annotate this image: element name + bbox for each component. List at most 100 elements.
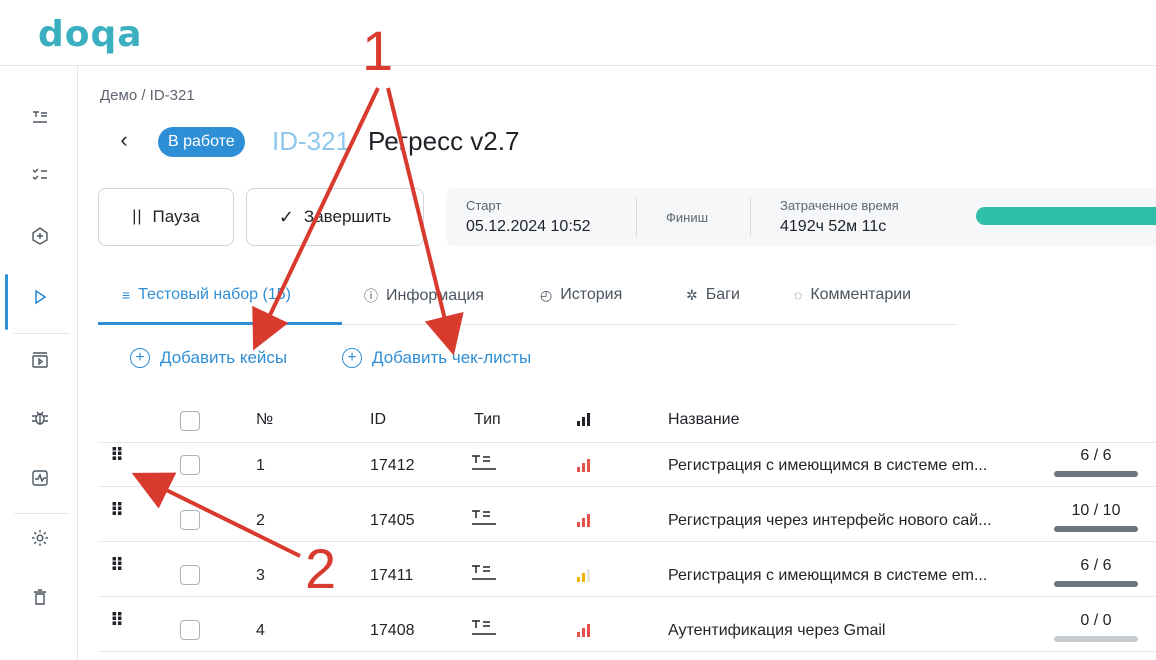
- row-id: 17412: [370, 457, 415, 474]
- header-divider: [0, 65, 1156, 66]
- info-icon: ⓘ: [364, 288, 378, 304]
- row-id: 17411: [370, 567, 414, 584]
- active-tab-indicator: [98, 322, 342, 325]
- row-name[interactable]: Аутентификация через Gmail: [668, 622, 1040, 640]
- priority-high-icon: [576, 457, 592, 478]
- sidebar-separator: [14, 333, 70, 334]
- table-row[interactable]: ⠿ 4 17408 Аутентификация через Gmail 0 /…: [98, 608, 1156, 652]
- row-num: 2: [256, 512, 265, 529]
- annotation-number: 2: [305, 537, 337, 600]
- start-value: 05.12.2024 10:52: [466, 218, 591, 235]
- comment-icon: ◌: [794, 287, 803, 303]
- drag-handle-icon[interactable]: ⠿: [110, 500, 124, 521]
- time-spent-label: Затраченное время: [780, 198, 899, 213]
- releases-icon[interactable]: [28, 348, 52, 372]
- tab-bugs[interactable]: ✲ Баги: [686, 286, 740, 304]
- row-num: 1: [256, 457, 265, 474]
- reports-icon[interactable]: [28, 466, 52, 490]
- back-button[interactable]: ‹: [112, 127, 136, 152]
- add-checklists-label: Добавить чек-листы: [372, 348, 532, 367]
- tab-label: Информация: [386, 287, 484, 304]
- pause-icon: ||: [132, 208, 143, 225]
- row-name[interactable]: Регистрация с имеющимся в системе em...: [668, 457, 1040, 475]
- tab-test-suite[interactable]: ≡ Тестовый набор (15): [122, 286, 291, 304]
- history-icon: ◴: [540, 286, 553, 303]
- select-all-checkbox[interactable]: [180, 411, 200, 431]
- add-checklists-button[interactable]: + Добавить чек-листы: [342, 348, 531, 368]
- table-row[interactable]: ⠿ 3 17411 Регистрация с имеющимся в сист…: [98, 553, 1156, 597]
- breadcrumb[interactable]: Демо / ID-321: [100, 87, 195, 104]
- page-title-id: ID-321: [272, 126, 351, 156]
- finish-label: Финиш: [666, 210, 709, 225]
- priority-medium-icon: [576, 567, 592, 588]
- row-num: 4: [256, 622, 265, 639]
- bugs-icon[interactable]: [28, 406, 52, 430]
- test-case-type-icon: [471, 453, 497, 478]
- table-row[interactable]: ⠿ 1 17412 Регистрация с имеющимся в сист…: [98, 443, 1156, 487]
- add-cases-label: Добавить кейсы: [160, 348, 288, 367]
- row-progress-text: 6 / 6: [1080, 447, 1112, 464]
- add-cases-button[interactable]: + Добавить кейсы: [130, 348, 287, 368]
- sidebar-active-indicator: [5, 274, 8, 330]
- row-progress-bar: [1054, 581, 1138, 587]
- app-logo: doqa: [38, 14, 143, 55]
- finish-button[interactable]: ✓ Завершить: [246, 188, 424, 246]
- start-label: Старт: [466, 198, 502, 213]
- trash-icon[interactable]: [28, 585, 52, 609]
- drag-handle-icon[interactable]: ⠿: [110, 445, 124, 466]
- tab-label: Баги: [705, 286, 740, 303]
- pause-button[interactable]: || Пауза: [98, 188, 234, 246]
- tab-comments[interactable]: ◌ Комментарии: [794, 286, 911, 304]
- row-checkbox[interactable]: [180, 510, 200, 530]
- tab-label: Тестовый набор (15): [138, 286, 291, 303]
- column-header-name[interactable]: Название: [668, 411, 740, 429]
- tab-label: Комментарии: [810, 286, 912, 303]
- column-header-type[interactable]: Тип: [474, 411, 501, 429]
- page-title: Регресс v2.7: [368, 126, 520, 156]
- checklists-icon[interactable]: [28, 162, 52, 186]
- row-progress-fill: [1054, 581, 1138, 587]
- column-header-id[interactable]: ID: [370, 411, 386, 429]
- tab-history[interactable]: ◴ История: [540, 286, 622, 304]
- row-name[interactable]: Регистрация через интерфейс нового сай..…: [668, 512, 1040, 530]
- priority-column-icon[interactable]: [576, 411, 592, 432]
- status-badge: В работе: [158, 127, 245, 157]
- time-spent-value: 4192ч 52м 11с: [780, 218, 887, 235]
- row-progress-fill: [1054, 471, 1138, 477]
- check-icon: ✓: [278, 206, 294, 227]
- test-case-type-icon: [471, 508, 497, 533]
- test-case-type-icon: [471, 618, 497, 643]
- test-cases-icon[interactable]: [28, 105, 52, 129]
- row-checkbox[interactable]: [180, 620, 200, 640]
- row-checkbox[interactable]: [180, 455, 200, 475]
- row-name[interactable]: Регистрация с имеющимся в системе em...: [668, 567, 1040, 585]
- plus-circle-icon: +: [130, 348, 150, 368]
- tab-information[interactable]: ⓘ Информация: [364, 286, 484, 306]
- annotation-number: 1: [362, 19, 394, 82]
- sidebar-divider: [77, 65, 78, 660]
- row-progress-text: 10 / 10: [1071, 502, 1121, 519]
- row-progress-bar: [1054, 526, 1138, 532]
- finish-label: Завершить: [303, 207, 392, 226]
- edit-list-icon: ≡: [122, 287, 131, 303]
- table-row[interactable]: ⠿ 2 17405 Регистрация через интерфейс но…: [98, 498, 1156, 542]
- tab-label: История: [560, 286, 623, 303]
- priority-high-icon: [576, 622, 592, 643]
- sidebar-separator: [14, 513, 70, 514]
- row-checkbox[interactable]: [180, 565, 200, 585]
- row-progress-fill: [1054, 526, 1138, 532]
- row-progress-text: 6 / 6: [1080, 557, 1112, 574]
- row-progress-text: 0 / 0: [1080, 612, 1112, 629]
- info-separator: [636, 198, 637, 236]
- test-case-type-icon: [471, 563, 497, 588]
- drag-handle-icon[interactable]: ⠿: [110, 555, 124, 576]
- drag-handle-icon[interactable]: ⠿: [110, 610, 124, 631]
- run-progress-bar: [976, 207, 1156, 225]
- plans-icon[interactable]: [28, 224, 52, 248]
- row-id: 17408: [370, 622, 415, 639]
- pause-label: Пауза: [152, 207, 200, 226]
- bug-icon: ✲: [686, 286, 698, 303]
- settings-icon[interactable]: [28, 526, 52, 550]
- test-runs-icon[interactable]: [28, 285, 52, 309]
- run-info-panel: Старт 05.12.2024 10:52 Финиш Затраченное…: [446, 188, 1156, 246]
